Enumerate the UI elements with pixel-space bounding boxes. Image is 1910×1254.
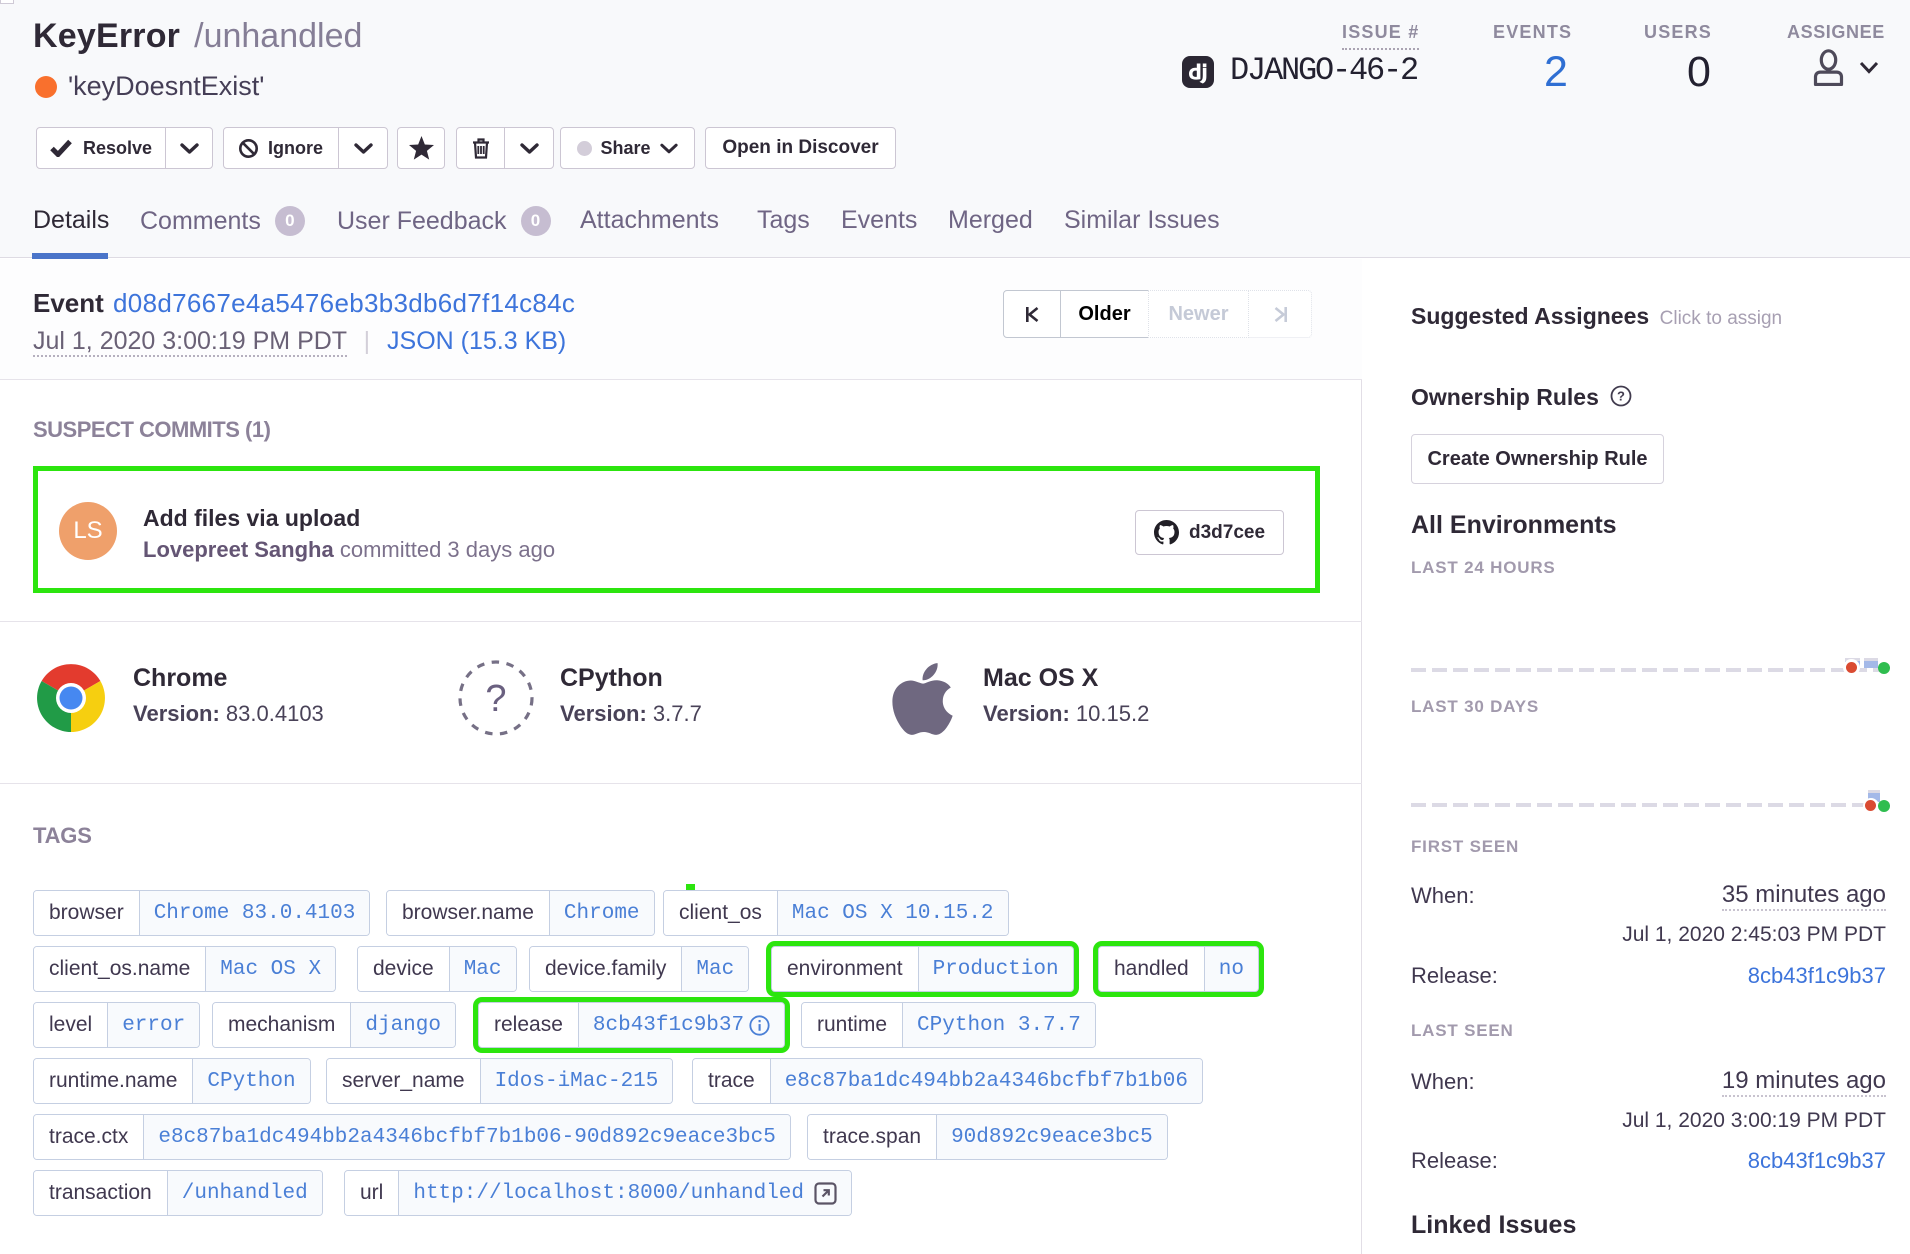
svg-text:?: ? (1617, 389, 1625, 404)
svg-text:?: ? (485, 678, 506, 720)
